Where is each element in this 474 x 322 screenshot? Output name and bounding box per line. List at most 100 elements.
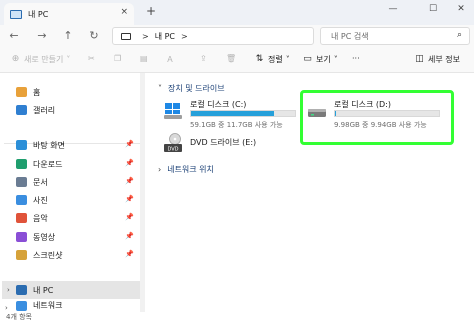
videos-icon: [16, 232, 27, 242]
sidebar-item-videos[interactable]: 동영상 📌: [0, 228, 138, 246]
refresh-button[interactable]: ↻: [86, 28, 102, 44]
details-label: 세부 정보: [428, 55, 460, 64]
delete-icon[interactable]: 🗑: [226, 54, 236, 63]
new-button[interactable]: ⊕ 새로 만들기 ˅: [10, 54, 71, 65]
drive-dvd[interactable]: DVD DVD 드라이브 (E:): [160, 131, 302, 161]
drive-name: 로컬 디스크 (C:): [190, 100, 247, 109]
group-header-drives[interactable]: ˅ 장치 및 드라이브: [158, 83, 225, 94]
desktop-icon: [16, 140, 27, 150]
drive-d-highlight: [300, 90, 454, 145]
forward-button[interactable]: →: [34, 28, 50, 44]
chevron-down-icon: ˅: [158, 84, 162, 93]
dvd-badge: DVD: [167, 147, 178, 153]
details-button[interactable]: ◫ 세부 정보: [414, 54, 460, 65]
share-icon[interactable]: ⇪: [200, 54, 207, 63]
close-button[interactable]: ✕: [450, 2, 472, 16]
breadcrumb-this-pc[interactable]: 내 PC: [155, 31, 175, 42]
back-button[interactable]: ←: [6, 28, 22, 44]
breadcrumb-separator[interactable]: >: [181, 32, 188, 41]
pin-icon[interactable]: 📌: [125, 195, 134, 203]
maximize-button[interactable]: ☐: [422, 2, 444, 16]
group-title: 장치 및 드라이브: [168, 84, 225, 93]
sidebar-item-label: 홈: [33, 87, 41, 97]
computer-icon: [16, 285, 27, 295]
address-bar[interactable]: > 내 PC >: [112, 27, 314, 45]
tab-this-pc[interactable]: 내 PC ×: [4, 3, 134, 25]
tab-close-button[interactable]: ×: [120, 7, 128, 17]
tab-title: 내 PC: [28, 9, 49, 19]
chevron-down-icon: ˅: [285, 55, 290, 64]
computer-icon: [121, 32, 131, 40]
pin-icon[interactable]: 📌: [125, 250, 134, 258]
chevron-right-icon[interactable]: ›: [5, 304, 8, 312]
screenshots-icon: [16, 250, 27, 260]
group-title: 네트워크 위치: [167, 165, 214, 174]
sidebar-item-label: 내 PC: [33, 285, 54, 295]
view-label: 보기: [316, 55, 331, 64]
details-pane-icon: ◫: [415, 54, 424, 64]
sidebar-item-gallery[interactable]: 갤러리: [0, 101, 138, 119]
sidebar-item-label: 바탕 화면: [33, 140, 65, 150]
cut-icon[interactable]: ✂: [88, 54, 95, 63]
search-input[interactable]: 내 PC 검색 ⌕: [320, 27, 470, 45]
address-row: ← → ↑ ↻ > 내 PC > 내 PC 검색 ⌕: [0, 25, 474, 47]
up-button[interactable]: ↑: [60, 28, 76, 44]
home-icon: [16, 87, 27, 97]
drive-usage-bar: [190, 110, 296, 117]
computer-icon: [10, 9, 22, 19]
drive-name: DVD 드라이브 (E:): [190, 138, 257, 147]
sidebar-item-music[interactable]: 음악 📌: [0, 209, 138, 227]
pin-icon[interactable]: 📌: [125, 159, 134, 167]
drive-usage-fill: [191, 111, 275, 116]
sidebar-item-screenshots[interactable]: 스크린샷 📌: [0, 246, 138, 264]
plus-icon: ⊕: [11, 54, 20, 64]
sidebar-item-this-pc[interactable]: › 내 PC: [2, 281, 140, 299]
rename-icon[interactable]: Ａ: [166, 54, 174, 65]
pin-icon[interactable]: 📌: [125, 232, 134, 240]
sidebar-item-documents[interactable]: 문서 📌: [0, 173, 138, 191]
more-options-button[interactable]: ···: [352, 54, 360, 63]
drive-c[interactable]: 로컬 디스크 (C:) 59.1GB 중 11.7GB 사용 가능: [160, 95, 302, 135]
sidebar-item-home[interactable]: 홈: [0, 83, 138, 101]
chevron-down-icon: ˅: [66, 55, 71, 64]
pin-icon[interactable]: 📌: [125, 213, 134, 221]
paste-icon[interactable]: ▤: [140, 54, 148, 63]
drive-free-space: 59.1GB 중 11.7GB 사용 가능: [190, 121, 283, 129]
sidebar-item-downloads[interactable]: 다운로드 📌: [0, 155, 138, 173]
chevron-right-icon[interactable]: ›: [7, 286, 10, 294]
copy-icon[interactable]: ❐: [114, 54, 121, 63]
dvd-drive-icon: DVD: [164, 133, 182, 153]
sidebar-item-pictures[interactable]: 사진 📌: [0, 191, 138, 209]
search-placeholder: 내 PC 검색: [331, 31, 369, 41]
sidebar-item-label: 동영상: [33, 232, 56, 242]
item-count: 4개 항목: [6, 313, 32, 321]
sidebar-item-label: 스크린샷: [33, 250, 63, 260]
music-icon: [16, 213, 27, 223]
sidebar-item-label: 문서: [33, 177, 48, 187]
sidebar-item-label: 다운로드: [33, 159, 63, 169]
view-icon: ▭: [303, 54, 312, 64]
chevron-right-icon: ›: [158, 165, 162, 174]
sort-label: 정렬: [268, 55, 283, 64]
title-bar: 내 PC × + — ☐ ✕: [0, 0, 474, 25]
sidebar-scrollbar[interactable]: [140, 73, 145, 312]
sort-icon: ⇅: [255, 54, 264, 64]
minimize-button[interactable]: —: [382, 2, 404, 16]
group-header-network[interactable]: › 네트워크 위치: [158, 164, 214, 175]
new-label: 새로 만들기: [24, 55, 64, 64]
new-tab-button[interactable]: +: [146, 4, 156, 18]
sidebar-item-desktop[interactable]: 바탕 화면 📌: [0, 136, 138, 154]
breadcrumb-separator: >: [142, 31, 149, 41]
sidebar-item-label: 사진: [33, 195, 48, 205]
sidebar-item-label: 갤러리: [33, 105, 56, 115]
sidebar-item-network[interactable]: › 네트워크: [0, 299, 138, 312]
sort-button[interactable]: ⇅ 정렬 ˅: [254, 54, 290, 65]
network-icon: [16, 300, 27, 311]
pictures-icon: [16, 195, 27, 205]
view-button[interactable]: ▭ 보기 ˅: [302, 54, 338, 65]
windows-drive-icon: [164, 103, 182, 119]
gallery-icon: [16, 105, 27, 115]
pin-icon[interactable]: 📌: [125, 177, 134, 185]
pin-icon[interactable]: 📌: [125, 140, 134, 148]
download-icon: [16, 159, 27, 169]
